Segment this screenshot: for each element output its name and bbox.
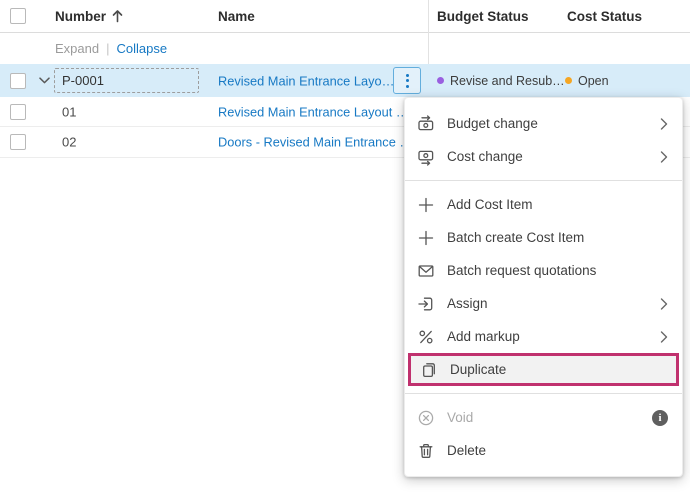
expand-collapse-row: Expand | Collapse	[0, 33, 690, 64]
item-name-link[interactable]: Revised Main Entrance Layout …	[218, 104, 409, 119]
budget-change-icon	[417, 114, 435, 133]
menu-item-batch-create-cost-item[interactable]: Batch create Cost Item	[405, 221, 682, 254]
plus-icon	[417, 196, 435, 214]
collapse-link[interactable]: Collapse	[116, 41, 167, 56]
cost-change-icon	[417, 148, 435, 166]
budget-status-cell: Revise and Resub…	[437, 74, 565, 88]
expand-link[interactable]: Expand	[55, 41, 99, 56]
menu-item-budget-change[interactable]: Budget change	[405, 107, 682, 140]
context-menu: Budget change Cost change Add Cost Item …	[404, 97, 683, 477]
column-header-number[interactable]: Number	[55, 0, 124, 32]
menu-divider	[405, 393, 682, 394]
item-name-link[interactable]: Revised Main Entrance Layo…	[218, 73, 394, 88]
plus-icon	[417, 229, 435, 247]
number-cell: 02	[62, 134, 77, 150]
kebab-menu-button[interactable]	[393, 67, 421, 94]
trash-icon	[417, 442, 435, 460]
column-header-name[interactable]: Name	[218, 0, 255, 32]
budget-status-dot	[437, 77, 444, 84]
menu-item-cost-change[interactable]: Cost change	[405, 140, 682, 173]
menu-item-add-cost-item[interactable]: Add Cost Item	[405, 188, 682, 221]
table-header: Number Name Budget Status Cost Status	[0, 0, 690, 33]
chevron-right-icon	[660, 330, 668, 343]
duplicate-icon	[420, 361, 438, 379]
percent-icon	[417, 328, 435, 346]
row-checkbox[interactable]	[10, 103, 26, 120]
table-row-selected[interactable]: P-0001 Revised Main Entrance Layo… Revis…	[0, 64, 690, 97]
menu-item-batch-request-quotations[interactable]: Batch request quotations	[405, 254, 682, 287]
select-all-checkbox[interactable]	[10, 8, 26, 24]
row-checkbox[interactable]	[10, 72, 26, 89]
sort-ascending-icon	[111, 9, 124, 23]
number-cell-editable[interactable]: P-0001	[54, 68, 199, 93]
envelope-icon	[417, 262, 435, 280]
assign-icon	[417, 295, 435, 313]
cost-status-dot	[565, 77, 572, 84]
item-name-link[interactable]: Doors - Revised Main Entrance …	[218, 135, 412, 150]
chevron-right-icon	[660, 117, 668, 130]
void-icon	[417, 409, 435, 427]
cost-status-cell: Open	[565, 74, 609, 88]
column-header-cost-status[interactable]: Cost Status	[567, 0, 642, 32]
menu-item-duplicate[interactable]: Duplicate	[408, 353, 679, 386]
menu-divider	[405, 180, 682, 181]
menu-item-add-markup[interactable]: Add markup	[405, 320, 682, 353]
column-header-budget-status[interactable]: Budget Status	[437, 0, 529, 32]
link-separator: |	[106, 41, 110, 56]
menu-item-void: Void i	[405, 401, 682, 434]
chevron-right-icon	[660, 150, 668, 163]
number-cell: 01	[62, 104, 77, 119]
chevron-down-icon[interactable]	[37, 74, 51, 88]
row-checkbox[interactable]	[10, 134, 26, 150]
menu-item-assign[interactable]: Assign	[405, 287, 682, 320]
menu-item-delete[interactable]: Delete	[405, 434, 682, 467]
info-icon[interactable]: i	[652, 409, 668, 426]
chevron-right-icon	[660, 297, 668, 310]
